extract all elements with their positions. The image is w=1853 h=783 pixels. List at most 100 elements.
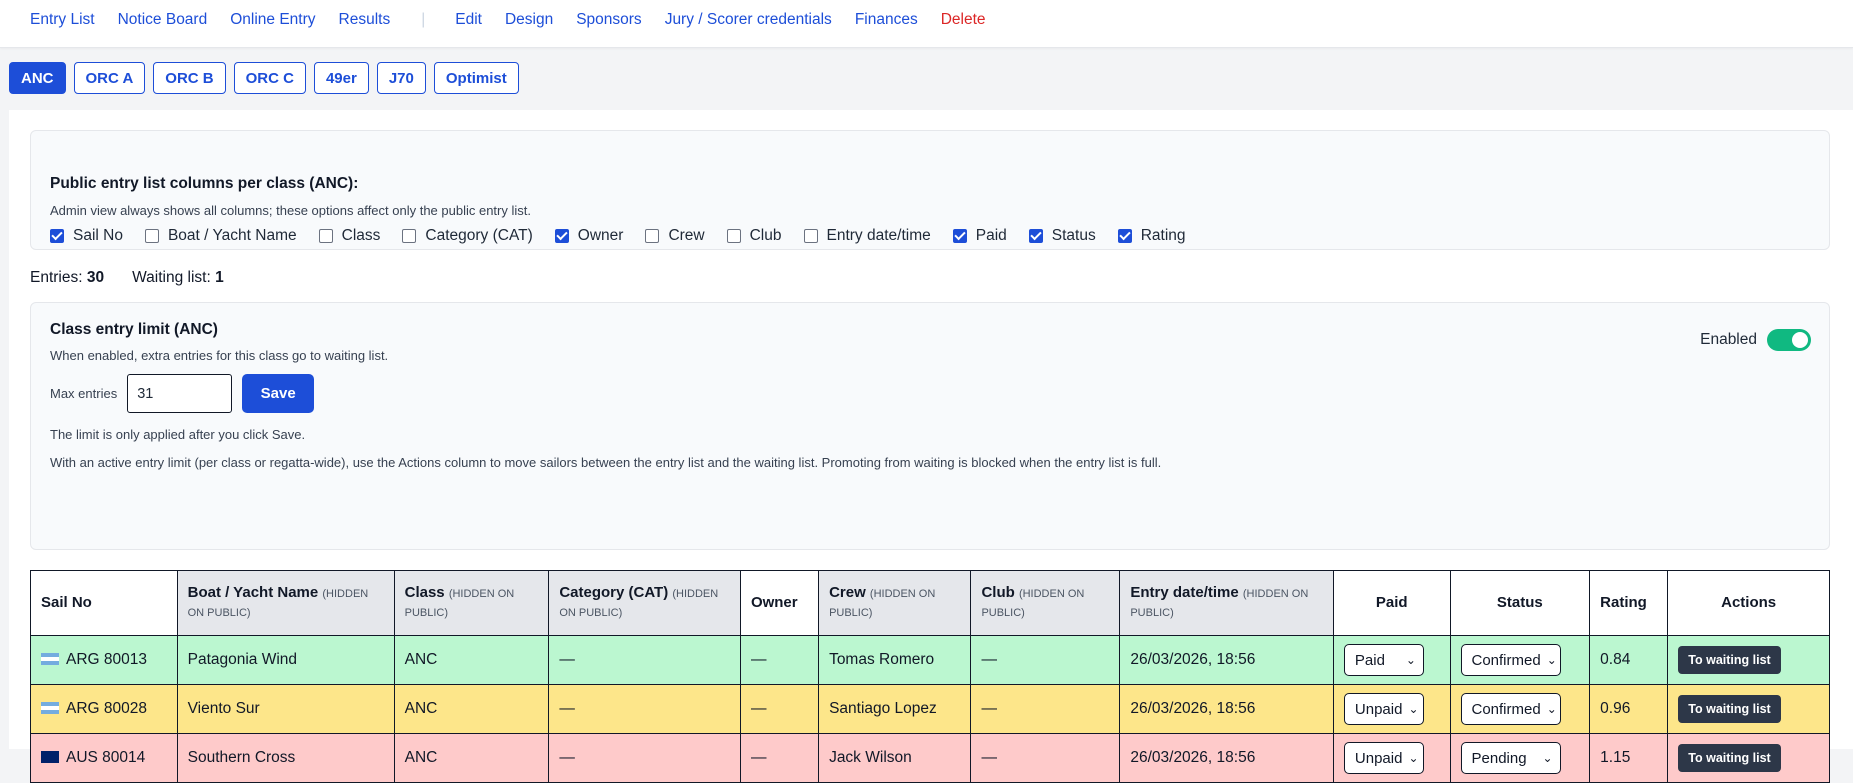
paid-select[interactable]: Paid ⌄ [1343, 644, 1424, 676]
status-select[interactable]: Confirmed ⌄ [1460, 644, 1561, 676]
column-option-entry-date-time[interactable]: Entry date/time [803, 227, 931, 245]
nav-sponsors[interactable]: Sponsors [576, 11, 641, 29]
class-tabs: ANC ORC A ORC B ORC C 49er J70 Optimist [9, 62, 519, 94]
nav-edit[interactable]: Edit [455, 11, 482, 29]
rating-value: 0.84 [1600, 651, 1631, 668]
checkbox-boat-yacht-name[interactable] [144, 229, 159, 243]
class-tab-orc-a[interactable]: ORC A [73, 62, 146, 94]
nav-jury-credentials[interactable]: Jury / Scorer credentials [665, 11, 832, 29]
cell-actions: To waiting list [1667, 635, 1830, 685]
column-option-category-cat[interactable]: Category (CAT) [402, 227, 533, 245]
club-value: — [981, 749, 997, 766]
status-select[interactable]: Confirmed ⌄ [1460, 693, 1561, 725]
public-columns-title: Public entry list columns per class (ANC… [50, 175, 359, 192]
header-boat-name[interactable]: Boat / Yacht Name (HIDDEN ON PUBLIC) [176, 570, 395, 636]
flag-icon [41, 652, 59, 665]
chevron-down-icon: ⌄ [1542, 751, 1553, 765]
public-columns-subtitle: Admin view always shows all columns; the… [50, 203, 531, 218]
status-select-value: Confirmed [1471, 651, 1541, 669]
column-option-boat-yacht-name[interactable]: Boat / Yacht Name [144, 227, 297, 245]
column-option-club[interactable]: Club [726, 227, 782, 245]
header-class[interactable]: Class (HIDDEN ON PUBLIC) [393, 570, 550, 636]
checkbox-label: Category (CAT) [425, 227, 533, 244]
max-entries-label: Max entries [50, 386, 118, 401]
top-bar: Entry List Notice Board Online Entry Res… [0, 0, 1853, 48]
checkbox-label: Boat / Yacht Name [167, 227, 297, 244]
boat-value: Southern Cross [187, 749, 296, 766]
nav-notice-board[interactable]: Notice Board [118, 11, 208, 29]
class-tab-anc[interactable]: ANC [9, 62, 66, 94]
header-paid[interactable]: Paid [1332, 570, 1451, 636]
entry-limit-subtitle: When enabled, extra entries for this cla… [50, 348, 389, 363]
to-waiting-list-button[interactable]: To waiting list [1678, 744, 1781, 772]
checkbox-label: Crew [668, 227, 705, 244]
nav-delete[interactable]: Delete [941, 11, 986, 29]
header-rating[interactable]: Rating [1589, 570, 1669, 636]
save-button[interactable]: Save [242, 374, 315, 413]
checkbox-paid[interactable] [952, 229, 967, 243]
class-tab-49er[interactable]: 49er [313, 62, 369, 94]
checkbox-club[interactable] [726, 229, 741, 243]
category-value: — [559, 749, 575, 766]
checkbox-owner[interactable] [554, 229, 569, 243]
nav-finances[interactable]: Finances [855, 11, 918, 29]
nav-results[interactable]: Results [339, 11, 391, 29]
class-tab-j70[interactable]: J70 [376, 62, 426, 94]
enabled-toggle-group: Enabled [1700, 329, 1811, 351]
checkbox-crew[interactable] [645, 229, 660, 243]
paid-select-value: Unpaid [1354, 700, 1403, 718]
column-option-status[interactable]: Status [1028, 227, 1096, 245]
cell-entry: 26/03/2026, 18:56 [1119, 635, 1334, 685]
header-entry-datetime[interactable]: Entry date/time (HIDDEN ON PUBLIC) [1119, 570, 1334, 636]
max-entries-input[interactable]: 31 [127, 374, 233, 413]
class-tab-orc-c[interactable]: ORC C [233, 62, 306, 94]
cell-club: — [970, 684, 1121, 734]
checkbox-label: Class [341, 227, 381, 244]
cell-class: ANC [393, 684, 550, 734]
club-value: — [981, 651, 997, 668]
nav-online-entry[interactable]: Online Entry [230, 11, 315, 29]
column-option-rating[interactable]: Rating [1117, 227, 1186, 245]
to-waiting-list-button[interactable]: To waiting list [1678, 695, 1781, 723]
header-crew[interactable]: Crew (HIDDEN ON PUBLIC) [818, 570, 972, 636]
sail-value: ARG 80028 [66, 700, 147, 717]
checkbox-label: Rating [1140, 227, 1186, 244]
nav-entry-list[interactable]: Entry List [30, 11, 95, 29]
paid-select[interactable]: Unpaid ⌄ [1343, 742, 1424, 774]
checkbox-class[interactable] [318, 229, 333, 243]
cell-entry: 26/03/2026, 18:56 [1119, 684, 1334, 734]
header-owner[interactable]: Owner [739, 570, 820, 636]
column-option-paid[interactable]: Paid [952, 227, 1007, 245]
category-value: — [559, 700, 575, 717]
checkbox-sail-no[interactable] [50, 229, 64, 243]
column-option-owner[interactable]: Owner [554, 227, 623, 245]
cell-class: ANC [393, 635, 550, 685]
header-category[interactable]: Category (CAT) (HIDDEN ON PUBLIC) [548, 570, 741, 636]
column-option-sail-no[interactable]: Sail No [50, 227, 123, 245]
class-tab-optimist[interactable]: Optimist [433, 62, 519, 94]
to-waiting-list-button[interactable]: To waiting list [1678, 646, 1781, 674]
cell-club: — [970, 635, 1121, 685]
category-value: — [559, 651, 575, 668]
cell-status: Confirmed ⌄ [1449, 635, 1591, 685]
cell-actions: To waiting list [1667, 684, 1830, 734]
nav-design[interactable]: Design [505, 11, 553, 29]
class-tab-orc-b[interactable]: ORC B [153, 62, 226, 94]
column-option-class[interactable]: Class [318, 227, 381, 245]
limit-note: The limit is only applied after you clic… [50, 427, 306, 442]
cell-owner: — [739, 635, 820, 685]
status-select[interactable]: Pending ⌄ [1460, 742, 1561, 774]
paid-select[interactable]: Unpaid ⌄ [1343, 693, 1424, 725]
header-club[interactable]: Club (HIDDEN ON PUBLIC) [970, 570, 1121, 636]
chevron-down-icon: ⌄ [1546, 702, 1557, 716]
checkbox-category-cat[interactable] [402, 229, 417, 243]
checkbox-status[interactable] [1028, 229, 1043, 243]
cell-paid: Paid ⌄ [1332, 635, 1451, 685]
checkbox-entry-date-time[interactable] [803, 229, 818, 243]
column-option-crew[interactable]: Crew [645, 227, 705, 245]
checkbox-rating[interactable] [1117, 229, 1132, 243]
header-status[interactable]: Status [1449, 570, 1591, 636]
entry-list-panel: Public entry list columns per class (ANC… [9, 110, 1853, 783]
enabled-toggle[interactable] [1767, 329, 1811, 351]
header-sail-no[interactable]: Sail No [30, 570, 178, 636]
